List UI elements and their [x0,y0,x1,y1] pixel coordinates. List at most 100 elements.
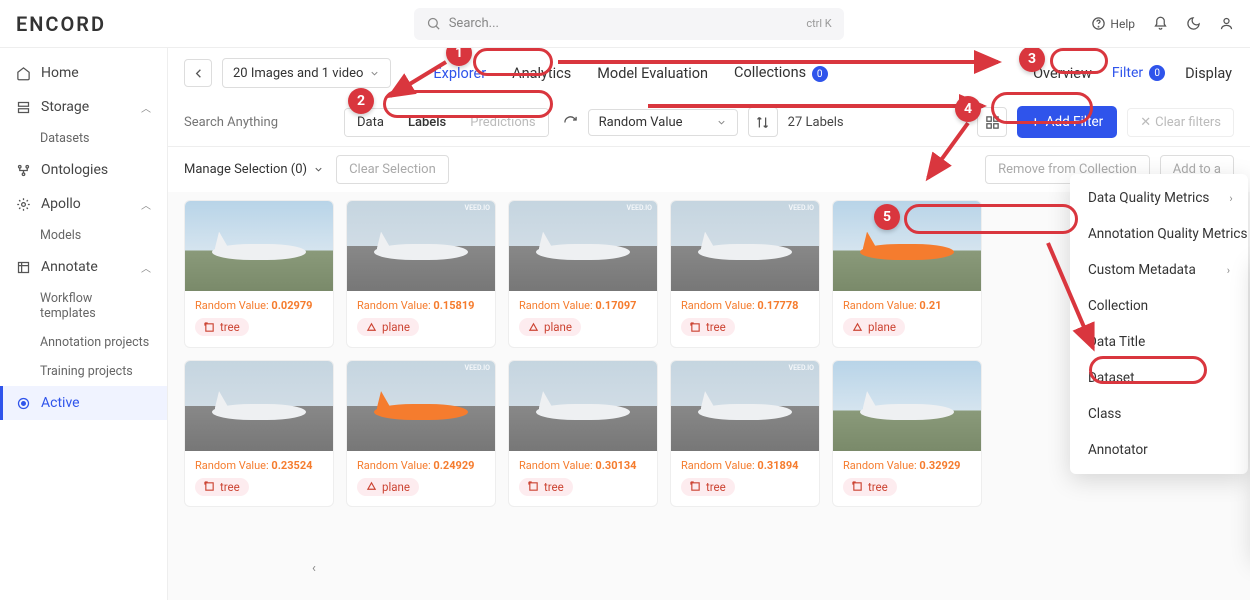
grid-icon [985,115,1000,130]
random-value-label: Random Value: 0.17097 [519,299,647,312]
class-tag: tree [195,318,249,336]
sidebar-collapse-button[interactable]: ‹ [312,561,316,576]
sidebar-item-annotate[interactable]: Annotate ︿ [0,250,167,284]
chevron-left-icon [191,66,206,81]
collections-badge: 0 [812,66,828,82]
result-card[interactable]: VEED.IORandom Value: 0.31894tree [670,360,820,508]
callout-5: 5 [874,204,900,230]
callout-2: 2 [348,88,374,114]
manage-selection-button[interactable]: Manage Selection (0) [184,162,324,177]
project-crumb[interactable]: 20 Images and 1 video [222,58,391,88]
result-card[interactable]: Random Value: 0.21plane [832,200,982,348]
callout-4: 4 [955,96,981,122]
toolbar: Data Labels Predictions Random Value 27 … [168,98,1250,147]
search-shortcut: ctrl K [806,17,831,30]
grid-view-button[interactable] [977,107,1007,137]
watermark: VEED.IO [465,204,490,212]
watermark: VEED.IO [789,364,814,372]
main: 20 Images and 1 video Explorer Analytics… [168,48,1250,600]
menu-data-title[interactable]: Data Title [1070,324,1248,360]
plus-icon: + [1031,113,1040,131]
chevron-up-icon: ︿ [141,260,151,275]
clear-selection-button[interactable]: Clear Selection [336,155,449,184]
add-filter-button[interactable]: + Add Filter [1017,106,1117,138]
sidebar-item-apollo[interactable]: Apollo ︿ [0,187,167,221]
class-tag: tree [843,478,897,496]
header-right: Overview Filter 0 Display [1031,61,1234,86]
tab-collections[interactable]: Collections 0 [732,60,830,87]
random-value-label: Random Value: 0.21 [843,299,971,312]
search-placeholder: Search... [449,16,499,31]
class-tag: tree [519,478,573,496]
clear-filters-button[interactable]: ✕Clear filters [1127,108,1234,137]
chevron-down-icon [369,68,380,79]
random-value-label: Random Value: 0.23524 [195,459,323,472]
logo: ENCORD [16,12,166,36]
class-tag: plane [519,318,581,336]
sidebar-sub-datasets[interactable]: Datasets [0,124,167,153]
result-card[interactable]: Random Value: 0.32929tree [832,360,982,508]
result-card[interactable]: VEED.IORandom Value: 0.17778tree [670,200,820,348]
menu-data-quality[interactable]: Data Quality Metrics› [1070,180,1248,216]
menu-dataset[interactable]: Dataset [1070,360,1248,396]
global-search[interactable]: Search... ctrl K [414,8,844,40]
menu-custom-metadata[interactable]: Custom Metadata› [1070,252,1248,288]
sidebar-sub-trainproj[interactable]: Training projects [0,357,167,386]
class-tag: plane [357,318,419,336]
watermark: VEED.IO [465,364,490,372]
tab-filter[interactable]: Filter 0 [1112,65,1165,81]
user-icon[interactable] [1219,16,1234,31]
refresh-icon[interactable] [563,115,578,130]
tab-analytics[interactable]: Analytics [510,61,573,86]
active-icon [16,396,31,411]
help-button[interactable]: Help [1091,16,1135,31]
watermark: VEED.IO [789,204,814,212]
top-icons: Help [1091,16,1234,31]
result-card[interactable]: VEED.IORandom Value: 0.17097plane [508,200,658,348]
seg-data[interactable]: Data [345,109,396,136]
random-value-label: Random Value: 0.02979 [195,299,323,312]
bell-icon[interactable] [1153,16,1168,31]
sidebar-item-home[interactable]: Home [0,56,167,90]
layout: Home Storage ︿ Datasets Ontologies Apoll… [0,48,1250,600]
search-input[interactable] [184,115,334,130]
sidebar-item-storage[interactable]: Storage ︿ [0,90,167,124]
chevron-up-icon: ︿ [141,197,151,212]
sidebar-item-active[interactable]: Active [0,386,167,420]
sort-order-button[interactable] [748,107,778,137]
apollo-icon [16,197,31,212]
help-icon [1091,16,1106,31]
result-card[interactable]: VEED.IO Random Value: 0.15819 plane [346,200,496,348]
random-value-label: Random Value: 0.24929 [357,459,485,472]
sort-icon [755,115,770,130]
result-card[interactable]: Random Value: 0.02979 tree [184,200,334,348]
sidebar-item-ontologies[interactable]: Ontologies [0,153,167,187]
result-card[interactable]: Random Value: 0.23524tree [184,360,334,508]
random-value-label: Random Value: 0.15819 [357,299,485,312]
tabs: Explorer Analytics Model Evaluation Coll… [431,60,829,87]
result-card[interactable]: VEED.IORandom Value: 0.24929plane [346,360,496,508]
tab-display[interactable]: Display [1183,61,1234,86]
random-value-label: Random Value: 0.31894 [681,459,809,472]
sidebar-sub-workflow[interactable]: Workflow templates [0,284,167,328]
menu-collection[interactable]: Collection [1070,288,1248,324]
sidebar: Home Storage ︿ Datasets Ontologies Apoll… [0,48,168,600]
moon-icon[interactable] [1186,16,1201,31]
tab-model-evaluation[interactable]: Model Evaluation [595,61,710,86]
seg-predictions[interactable]: Predictions [458,109,547,136]
sidebar-sub-annproj[interactable]: Annotation projects [0,328,167,357]
menu-class[interactable]: Class [1070,396,1248,432]
random-value-label: Random Value: 0.17778 [681,299,809,312]
menu-annotation-quality[interactable]: Annotation Quality Metrics› [1070,216,1248,252]
filter-badge: 0 [1149,65,1165,81]
seg-labels[interactable]: Labels [396,109,458,136]
menu-annotator[interactable]: Annotator [1070,432,1248,468]
back-button[interactable] [184,59,212,87]
chevron-down-icon [313,164,324,175]
sort-select[interactable]: Random Value [588,109,738,136]
chevron-down-icon [716,117,727,128]
search-wrap: Search... ctrl K [166,8,1091,40]
count-label: 27 Labels [788,115,844,130]
result-card[interactable]: Random Value: 0.30134tree [508,360,658,508]
sidebar-sub-models[interactable]: Models [0,221,167,250]
